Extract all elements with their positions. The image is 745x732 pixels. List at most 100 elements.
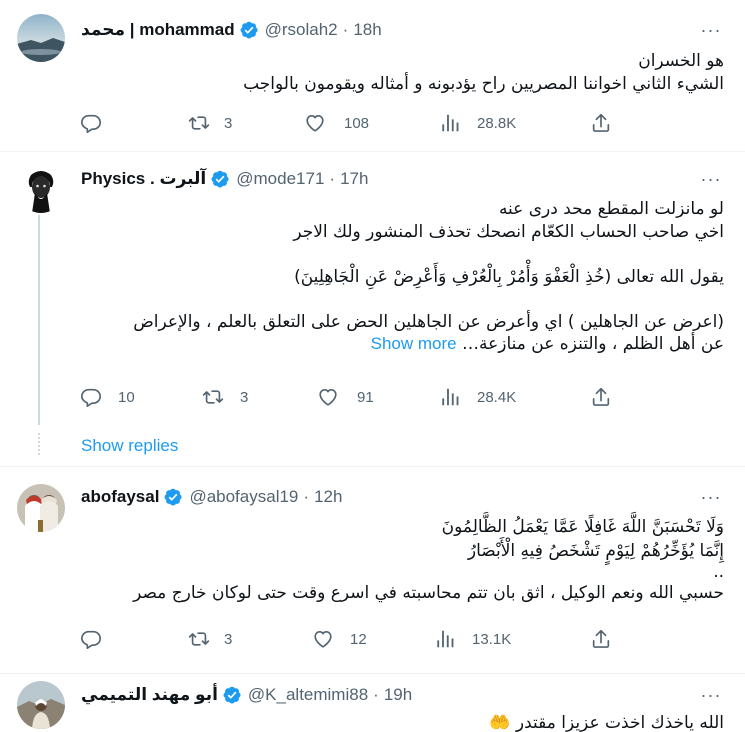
timestamp[interactable]: 12h [314,487,342,507]
tweet-header: محمد | mohammad @rsolah2 · 18h [81,19,382,41]
user-handle[interactable]: @mode171 [236,169,324,189]
like-count: 12 [350,630,367,648]
thread-dots [38,433,40,455]
tweet-text-line-content: عن أهل الظلم ، والتنزه عن منازعة… [462,334,724,354]
tweet-text-line: عن أهل الظلم ، والتنزه عن منازعة… Show m… [81,333,724,356]
share-button[interactable] [590,385,612,409]
show-more-link[interactable]: Show more [371,334,457,353]
tweet-text-line: (اعرض عن الجاهلين ) اي وأعرض عن الجاهلين… [133,311,724,332]
tweet-header: abofaysal @abofaysal19 · 12h [81,486,342,508]
heart-icon [304,112,326,134]
tweet-header: أبو مهند التميمي @K_altemimi88 · 19h [81,684,412,706]
like-count: 108 [344,114,370,132]
tweet-text: وَلَا تَحْسَبَنَّ اللَّهَ غَافِلًا عَمَّ… [81,515,724,605]
thread-line [38,215,40,425]
separator: · [303,487,310,506]
tweet-actions: 3 12 13.1K [80,627,620,651]
tweet-actions: 10 3 91 28.4K [80,385,620,409]
avatar[interactable] [17,484,65,532]
retweet-button[interactable]: 3 [202,385,248,409]
like-button[interactable]: 91 [317,385,374,409]
retweet-icon [188,628,210,650]
tweet[interactable]: abofaysal @abofaysal19 · 12h ··· وَلَا ت… [0,467,745,673]
timestamp[interactable]: 18h [353,20,381,40]
tweet-text-line: يقول الله تعالى (خُذِ الْعَفْوَ وَأْمُرْ… [294,266,724,287]
views-button[interactable]: 28.8K [439,111,516,135]
reply-button[interactable] [80,627,102,651]
heart-icon [312,628,334,650]
retweet-button[interactable]: 3 [188,111,232,135]
display-name[interactable]: أبو مهند التميمي [81,685,218,705]
tweet-text: هو الخسران الشيء الثاني اخواننا المصريين… [81,50,724,96]
verified-badge-icon [222,685,242,705]
separator: · [342,20,349,39]
retweet-count: 3 [224,114,233,132]
tweet-text-line-content: الله ياخذك اخذت عزيزا مقتدر [515,713,724,732]
tweet-text: الله ياخذك اخذت عزيزا مقتدر 🤲 [81,712,724,732]
views-button[interactable]: 28.4K [439,385,516,409]
reply-icon [80,386,102,408]
show-replies-link[interactable]: Show replies [81,436,178,456]
retweet-count: 3 [240,388,249,406]
view-count: 13.1K [472,630,512,648]
share-icon [590,112,612,134]
tweet-text-line: الشيء الثاني اخواننا المصريين راح يؤدبون… [243,74,724,94]
tweet-text-line: ​ [81,288,724,311]
verified-badge-icon [163,487,183,507]
retweet-icon [202,386,224,408]
retweet-icon [188,112,210,134]
avatar[interactable] [17,165,65,213]
verified-badge-icon [210,169,230,189]
display-name[interactable]: Physics . آلبرت [81,169,206,189]
tweet-header: Physics . آلبرت @mode171 · 17h [81,168,368,190]
user-handle[interactable]: @K_altemimi88 [248,685,368,705]
user-handle[interactable]: @abofaysal19 [189,487,298,507]
like-button[interactable]: 12 [312,627,367,651]
display-name[interactable]: abofaysal [81,487,159,507]
views-button[interactable]: 13.1K [434,627,511,651]
more-options-icon[interactable]: ··· [699,169,723,189]
more-options-icon[interactable]: ··· [699,487,723,507]
timestamp[interactable]: 17h [340,169,368,189]
user-handle[interactable]: @rsolah2 [265,20,338,40]
reply-icon [80,628,102,650]
like-button[interactable]: 108 [304,111,369,135]
tweet-text-line: ​ [81,243,724,266]
share-button[interactable] [590,627,612,651]
tweet-text-line: الله ياخذك اخذت عزيزا مقتدر 🤲 [81,712,724,732]
display-name[interactable]: محمد | mohammad [81,20,235,40]
more-options-icon[interactable]: ··· [699,20,723,40]
reply-button[interactable]: 10 [80,385,135,409]
retweet-count: 3 [224,630,233,648]
retweet-button[interactable]: 3 [188,627,232,651]
tweet-actions: 3 108 28.8K [80,111,620,135]
view-count: 28.4K [477,388,517,406]
share-icon [590,628,612,650]
tweet[interactable]: محمد | mohammad @rsolah2 · 18h ··· هو ال… [0,0,745,151]
avatar[interactable] [17,681,65,729]
views-icon [434,628,456,650]
reply-icon [80,112,102,134]
tweet-text-line: هو الخسران [638,51,724,71]
more-options-icon[interactable]: ··· [699,685,723,705]
tweet-text-line: اخي صاحب الحساب الكعّام انصحك تحذف المنش… [293,221,724,242]
separator: · [329,169,336,188]
reply-button[interactable] [80,111,102,135]
tweet-text-line: وَلَا تَحْسَبَنَّ اللَّهَ غَافِلًا عَمَّ… [441,517,724,537]
timestamp[interactable]: 19h [384,685,412,705]
view-count: 28.8K [477,114,517,132]
tweet-text-line: لو مانزلت المقطع محد درى عنه [498,199,724,219]
views-icon [439,386,461,408]
tweet[interactable]: أبو مهند التميمي @K_altemimi88 · 19h ···… [0,674,745,732]
avatar[interactable] [17,14,65,62]
views-icon [439,112,461,134]
share-icon [590,386,612,408]
tweet[interactable]: Physics . آلبرت @mode171 · 17h ··· لو ما… [0,152,745,465]
share-button[interactable] [590,111,612,135]
separator: · [373,685,379,704]
verified-badge-icon [239,20,259,40]
heart-icon [317,386,339,408]
tweet-text-line: .. [713,562,724,582]
emoji: 🤲 [489,713,511,732]
like-count: 91 [357,388,374,406]
